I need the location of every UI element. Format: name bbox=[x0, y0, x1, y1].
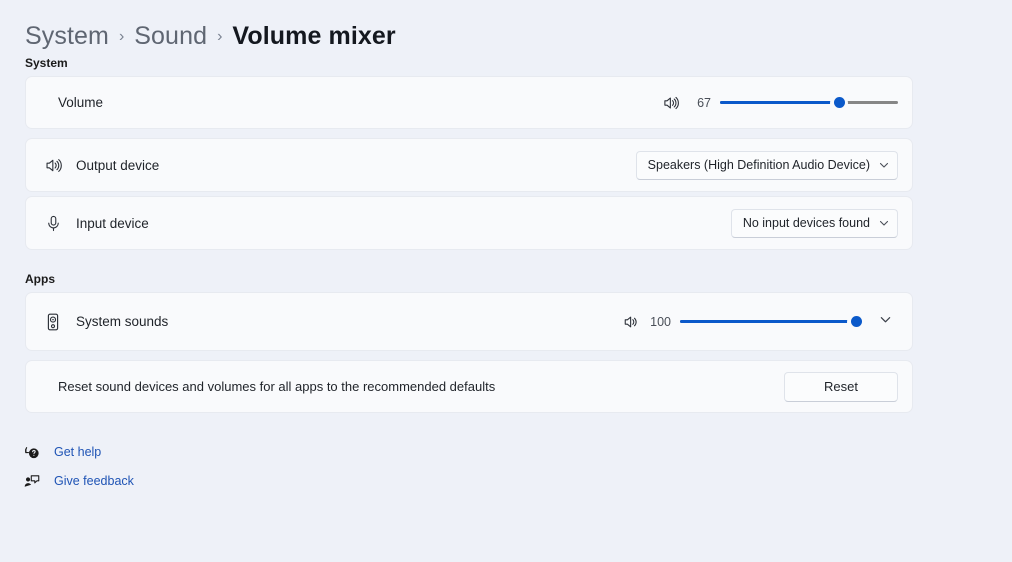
volume-value: 67 bbox=[689, 96, 711, 110]
volume-slider-group: 67 bbox=[662, 94, 898, 112]
chevron-down-icon bbox=[878, 159, 890, 171]
output-device-combobox[interactable]: Speakers (High Definition Audio Device) bbox=[636, 151, 898, 180]
system-sounds-slider-thumb[interactable] bbox=[847, 313, 865, 331]
system-sounds-expand-button[interactable] bbox=[872, 309, 898, 335]
chevron-down-icon bbox=[878, 217, 890, 229]
breadcrumb: System › Sound › Volume mixer bbox=[0, 0, 1012, 56]
system-sounds-slider-group: 100 bbox=[622, 313, 856, 331]
input-device-label: Input device bbox=[76, 216, 149, 231]
system-sounds-slider[interactable] bbox=[680, 313, 856, 331]
give-feedback-icon bbox=[22, 471, 41, 490]
input-device-row-left: Input device bbox=[42, 212, 731, 234]
reset-row: Reset sound devices and volumes for all … bbox=[25, 360, 913, 413]
system-sounds-row-right: 100 bbox=[622, 309, 898, 335]
speaker-volume-icon bbox=[622, 313, 640, 331]
system-sounds-row-left: System sounds bbox=[42, 311, 622, 333]
page-title: Volume mixer bbox=[232, 22, 395, 51]
give-feedback-label: Give feedback bbox=[54, 474, 134, 488]
give-feedback-link[interactable]: Give feedback bbox=[22, 466, 1012, 495]
volume-mixer-page: System › Sound › Volume mixer System Vol… bbox=[0, 0, 1012, 562]
output-device-row-left: Output device bbox=[42, 154, 636, 176]
speaker-volume-icon bbox=[662, 94, 680, 112]
input-device-value: No input devices found bbox=[743, 216, 870, 230]
volume-slider-fill bbox=[720, 101, 839, 104]
reset-row-right: Reset bbox=[784, 372, 898, 402]
system-sounds-slider-fill bbox=[680, 320, 856, 323]
speaker-box-icon bbox=[42, 311, 64, 333]
section-label-system: System bbox=[25, 56, 1012, 70]
breadcrumb-item-system[interactable]: System bbox=[25, 22, 109, 51]
get-help-link[interactable]: Get help bbox=[22, 437, 1012, 466]
output-device-row[interactable]: Output device Speakers (High Definition … bbox=[25, 138, 913, 192]
section-label-apps: Apps bbox=[25, 272, 1012, 286]
output-device-value: Speakers (High Definition Audio Device) bbox=[648, 158, 870, 172]
system-sounds-value: 100 bbox=[649, 315, 671, 329]
breadcrumb-separator-icon: › bbox=[119, 29, 124, 45]
reset-description: Reset sound devices and volumes for all … bbox=[58, 379, 495, 394]
output-device-label: Output device bbox=[76, 158, 159, 173]
system-sounds-label: System sounds bbox=[76, 314, 168, 329]
input-device-combobox[interactable]: No input devices found bbox=[731, 209, 898, 238]
input-device-row-right: No input devices found bbox=[731, 209, 898, 238]
volume-slider[interactable] bbox=[720, 94, 898, 112]
reset-button[interactable]: Reset bbox=[784, 372, 898, 402]
breadcrumb-item-sound[interactable]: Sound bbox=[134, 22, 207, 51]
system-sounds-row: System sounds 100 bbox=[25, 292, 913, 351]
output-device-row-right: Speakers (High Definition Audio Device) bbox=[636, 151, 898, 180]
get-help-icon bbox=[22, 442, 41, 461]
breadcrumb-separator-icon: › bbox=[217, 29, 222, 45]
reset-row-left: Reset sound devices and volumes for all … bbox=[42, 379, 784, 394]
chevron-down-icon bbox=[879, 313, 892, 331]
microphone-icon bbox=[42, 212, 64, 234]
speaker-volume-icon bbox=[42, 154, 64, 176]
volume-slider-thumb[interactable] bbox=[830, 94, 848, 112]
input-device-row[interactable]: Input device No input devices found bbox=[25, 196, 913, 250]
footer-links: Get help Give feedback bbox=[22, 437, 1012, 495]
volume-row-right: 67 bbox=[662, 94, 898, 112]
volume-row-left: Volume bbox=[42, 95, 662, 110]
volume-row: Volume 67 bbox=[25, 76, 913, 129]
volume-label: Volume bbox=[58, 95, 103, 110]
get-help-label: Get help bbox=[54, 445, 101, 459]
